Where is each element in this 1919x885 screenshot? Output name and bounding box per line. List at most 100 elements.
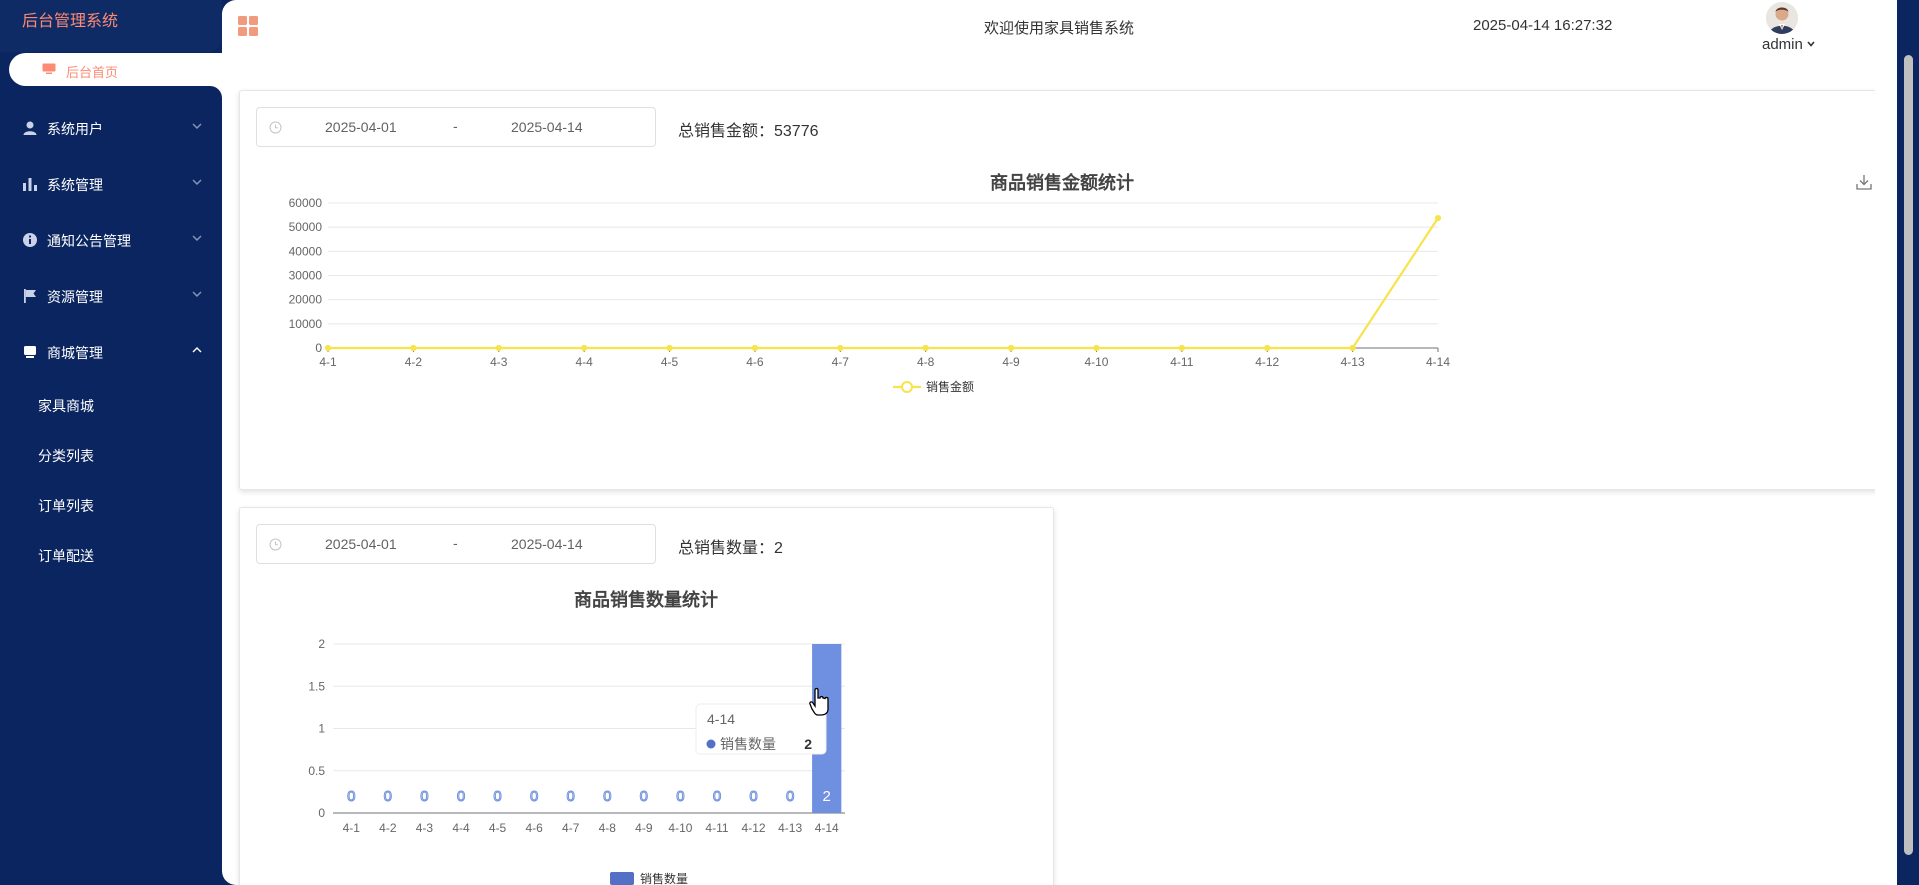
x-tick-label: 4-13 xyxy=(1341,355,1365,369)
data-point xyxy=(922,344,929,352)
active-tab-curve xyxy=(200,86,222,98)
sidebar: 后台管理系统 后台首页 系统用户 系统管理 通知公告管理 资源管理 商城管理 家… xyxy=(0,0,222,885)
x-tick-label: 4-7 xyxy=(832,355,850,369)
x-tick-label: 4-9 xyxy=(635,821,653,835)
bar-value-label: 0 xyxy=(603,788,611,805)
user-menu-name[interactable]: admin xyxy=(1762,36,1803,53)
x-tick-label: 4-12 xyxy=(1255,355,1279,369)
x-tick-label: 4-5 xyxy=(489,821,507,835)
sidebar-item-home[interactable]: 后台首页 xyxy=(9,53,222,86)
bar-value-label: 2 xyxy=(823,788,831,805)
legend-marker xyxy=(901,381,913,393)
chevron-down-icon xyxy=(192,123,202,129)
grid-menu-icon[interactable] xyxy=(237,15,259,37)
x-tick-label: 4-1 xyxy=(319,355,337,369)
y-tick-label: 0.5 xyxy=(308,764,325,778)
submenu-item-order-list[interactable]: 订单列表 xyxy=(38,496,94,520)
sales-amount-card: 2025-04-01 - 2025-04-14 总销售金额：53776 商品销售… xyxy=(239,90,1884,490)
sidebar-item-system[interactable]: 系统管理 xyxy=(0,164,222,204)
x-tick-label: 4-3 xyxy=(490,355,508,369)
submenu-item-category-list[interactable]: 分类列表 xyxy=(38,446,94,470)
bar-value-label: 0 xyxy=(786,788,794,805)
legend-swatch xyxy=(610,872,634,885)
x-tick-label: 4-8 xyxy=(599,821,617,835)
y-tick-label: 1.5 xyxy=(308,679,325,693)
chevron-down-icon xyxy=(192,235,202,241)
main-content: 欢迎使用家具销售系统 2025-04-14 16:27:32 admin 2 0 2… xyxy=(222,0,1897,885)
chevron-up-icon xyxy=(192,347,202,353)
bar-value-label: 0 xyxy=(749,788,757,805)
data-point xyxy=(1093,344,1100,352)
sidebar-item-shop[interactable]: 商城管理 xyxy=(0,332,222,372)
tooltip-category: 4-14 xyxy=(707,711,735,727)
welcome-text: 欢迎使用家具销售系统 xyxy=(984,20,1135,37)
x-tick-label: 4-6 xyxy=(746,355,764,369)
scrollbar-thumb[interactable] xyxy=(1904,55,1913,855)
avatar-person-icon xyxy=(1766,2,1798,34)
x-tick-label: 4-13 xyxy=(778,821,802,835)
x-tick-label: 4-6 xyxy=(525,821,543,835)
bar-value-label: 0 xyxy=(420,788,428,805)
flag-icon xyxy=(24,289,36,303)
data-point xyxy=(751,344,759,352)
shop-icon xyxy=(24,346,36,358)
sidebar-item-label: 后台首页 xyxy=(66,65,119,80)
legend-label: 销售金额 xyxy=(926,379,974,394)
chart-tooltip: 4-14 销售数量 2 xyxy=(695,703,827,755)
bar-value-label: 0 xyxy=(530,788,538,805)
scrollbar-track xyxy=(1875,0,1897,885)
bar-value-label: 0 xyxy=(567,788,575,805)
quantity-bar-chart: 0 0.5 1 1.5 2 4-1 4-2 4-3 4-4 4-5 4-6 4-7 4-8 4-9 4-10… xyxy=(308,637,845,885)
sales-quantity-card: 2025-04-01 - 2025-04-14 总销售数量：2 商品销售数量统计… xyxy=(239,507,1054,885)
info-icon xyxy=(23,233,37,247)
sidebar-item-notices[interactable]: 通知公告管理 xyxy=(0,220,222,260)
bar-value-label: 0 xyxy=(676,788,684,805)
x-tick-label: 4-11 xyxy=(1170,355,1193,369)
avatar[interactable] xyxy=(1766,2,1798,34)
y-tick-label: 10000 xyxy=(289,317,323,331)
current-datetime: 2025-04-14 16:27:32 xyxy=(1473,17,1613,34)
x-tick-label: 4-8 xyxy=(917,355,935,369)
sidebar-item-label: 系统管理 xyxy=(47,177,103,193)
data-point xyxy=(581,344,588,352)
sidebar-item-users[interactable]: 系统用户 xyxy=(0,108,222,148)
data-point xyxy=(410,344,417,352)
chevron-down-icon xyxy=(192,291,202,297)
bar-chart-icon xyxy=(23,178,37,191)
bar-value-label: 0 xyxy=(493,788,501,805)
data-point xyxy=(324,344,332,352)
data-point xyxy=(1434,214,1442,222)
submenu-item-order-delivery[interactable]: 订单配送 xyxy=(38,546,94,570)
y-tick-label: 60000 xyxy=(289,196,323,210)
tooltip-series-name: 销售数量 xyxy=(720,736,776,752)
x-tick-label: 4-2 xyxy=(379,821,397,835)
x-tick-label: 4-4 xyxy=(575,355,593,369)
y-tick-label: 2 xyxy=(318,637,325,651)
submenu-item-furniture-mall[interactable]: 家具商城 xyxy=(38,396,94,420)
x-tick-label: 4-11 xyxy=(705,821,728,835)
sidebar-item-resources[interactable]: 资源管理 xyxy=(0,276,222,316)
x-tick-label: 4-14 xyxy=(815,821,839,835)
y-tick-label: 0 xyxy=(315,341,322,355)
amount-line-chart: 0 10000 20000 30000 40000 50000 60000 4-1 4-2 4-3… xyxy=(289,196,1451,394)
caret-down-icon[interactable] xyxy=(1807,41,1815,47)
x-tick-label: 4-7 xyxy=(562,821,580,835)
x-tick-label: 4-12 xyxy=(742,821,766,835)
x-tick-label: 4-4 xyxy=(452,821,470,835)
brand-title: 后台管理系统 xyxy=(22,13,119,30)
bar-value-label: 0 xyxy=(457,788,465,805)
y-tick-label: 1 xyxy=(318,722,325,736)
data-point xyxy=(837,344,844,352)
y-tick-label: 30000 xyxy=(289,269,323,283)
data-point xyxy=(1264,344,1271,352)
tooltip-marker xyxy=(706,739,716,749)
monitor-icon xyxy=(42,63,56,74)
x-tick-label: 4-10 xyxy=(668,821,692,835)
sidebar-item-label: 系统用户 xyxy=(47,121,103,137)
data-point xyxy=(1178,344,1185,352)
x-tick-label: 4-1 xyxy=(343,821,361,835)
x-tick-label: 4-14 xyxy=(1426,355,1450,369)
tooltip-value: 2 xyxy=(804,736,812,752)
y-tick-label: 50000 xyxy=(289,220,323,234)
data-point xyxy=(495,344,502,352)
